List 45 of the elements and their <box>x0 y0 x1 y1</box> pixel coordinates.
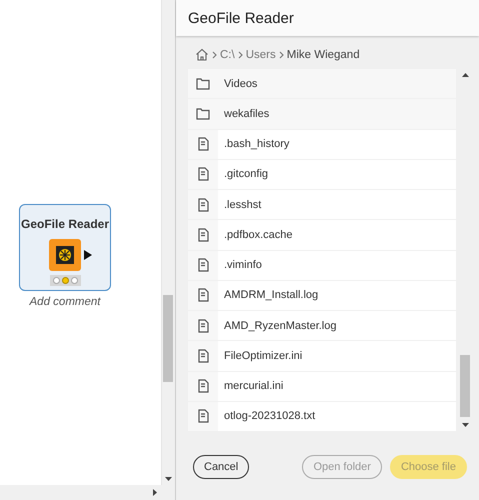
scrollbar[interactable] <box>161 0 175 485</box>
arrow-down-icon[interactable] <box>165 477 172 481</box>
folder-item[interactable]: Videos <box>188 69 456 98</box>
scrollbar[interactable] <box>0 485 175 500</box>
file-icon <box>198 137 208 152</box>
file-item[interactable]: otlog-20231028.txt <box>188 402 456 431</box>
file-item[interactable]: .bash_history <box>188 130 456 159</box>
file-item[interactable]: .lesshst <box>188 190 456 220</box>
file-item[interactable]: .viminfo <box>188 250 456 280</box>
file-icon <box>198 288 208 302</box>
file-item[interactable]: .gitconfig <box>188 160 456 189</box>
node-icon <box>49 239 93 273</box>
dialog-title: GeoFile Reader <box>188 10 294 26</box>
chevron-right-icon <box>278 50 284 58</box>
file-icon <box>198 409 208 424</box>
file-icon <box>198 228 208 242</box>
chevron-right-icon <box>238 50 243 58</box>
chevron-right-icon <box>212 50 217 58</box>
folder-icon <box>196 108 210 120</box>
file-icon <box>198 258 208 272</box>
file-icon <box>198 379 208 394</box>
node-title: GeoFile Reader <box>20 217 110 231</box>
breadcrumb-item[interactable]: Users <box>246 48 276 60</box>
file-icon <box>198 167 208 182</box>
file-item[interactable]: FileOptimizer.ini <box>188 341 456 370</box>
file-icon <box>198 348 208 363</box>
node-card[interactable]: GeoFile Reader <box>19 204 111 291</box>
file-icon <box>198 198 208 212</box>
arrow-right-icon[interactable] <box>153 489 157 496</box>
arrow-up-icon[interactable] <box>462 73 468 77</box>
breadcrumb-item[interactable]: Mike Wiegand <box>286 48 360 60</box>
home-icon[interactable] <box>195 48 209 61</box>
folder-item[interactable]: wekafiles <box>188 99 456 128</box>
file-item[interactable]: .pdfbox.cache <box>188 220 456 250</box>
file-icon <box>198 318 208 333</box>
breadcrumb-item[interactable]: C:\ <box>220 48 235 60</box>
dialog-button[interactable]: Cancel <box>193 455 250 479</box>
file-item[interactable]: AMDRM_Install.log <box>188 280 456 310</box>
comment-text[interactable]: Add comment <box>30 296 100 308</box>
arrow-down-icon[interactable] <box>462 423 468 427</box>
folder-icon <box>196 78 210 90</box>
file-item[interactable]: mercurial.ini <box>188 372 456 401</box>
scrollbar-thumb[interactable] <box>460 355 470 417</box>
file-item[interactable]: AMD_RyzenMaster.log <box>188 311 456 340</box>
scrollbar-thumb[interactable] <box>163 295 174 382</box>
